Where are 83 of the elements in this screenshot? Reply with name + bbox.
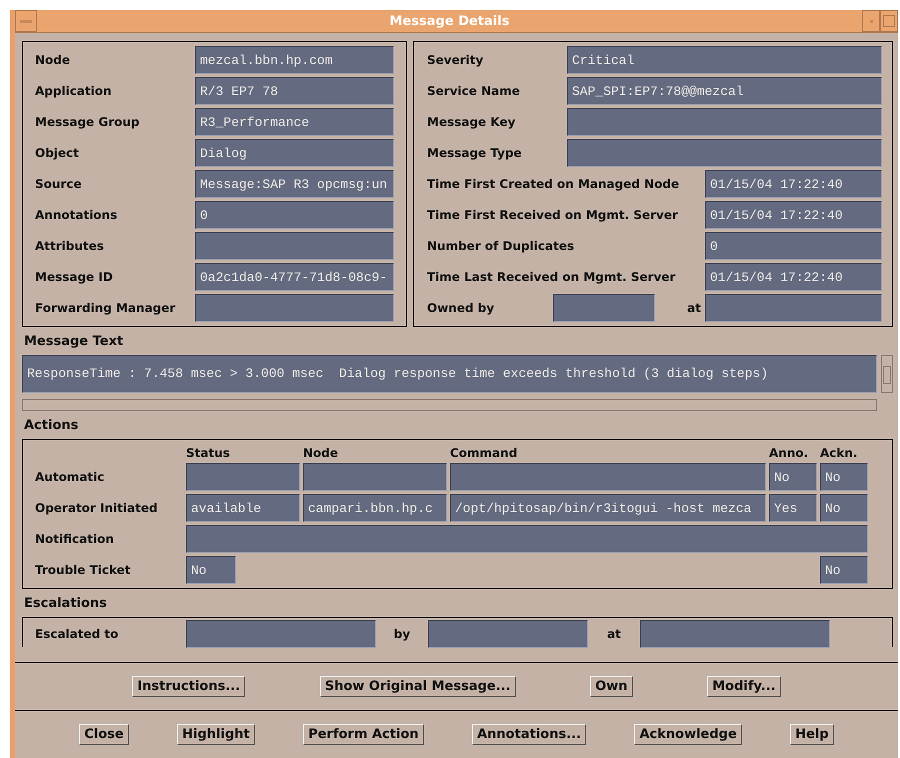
field-label: Message Type	[427, 146, 523, 160]
text-field[interactable]: 0a2c1da0-4777-71d8-08c9-	[195, 263, 394, 291]
text-field[interactable]	[186, 620, 376, 648]
field-label: Time First Received on Mgmt. Server	[427, 208, 679, 222]
push-button[interactable]: Show Original Message...	[320, 676, 516, 697]
field-label: at	[606, 627, 622, 641]
text-field[interactable]: /opt/hpitosap/bin/r3itogui -host mezca	[450, 494, 766, 522]
text-field[interactable]: No	[820, 463, 868, 491]
vertical-scrollbar[interactable]	[881, 355, 893, 393]
text-field[interactable]	[303, 463, 447, 491]
column-header: Anno.	[769, 446, 810, 460]
field-label: Application	[35, 84, 113, 98]
column-header: Ackn.	[820, 446, 858, 460]
field-label: at	[687, 301, 701, 315]
field-label: by	[392, 627, 412, 641]
text-field[interactable]	[186, 463, 300, 491]
text-field[interactable]: campari.bbn.hp.c	[303, 494, 447, 522]
push-button[interactable]: Instructions...	[132, 676, 246, 697]
text-field[interactable]: Yes	[769, 494, 817, 522]
column-header: Command	[450, 446, 518, 460]
field-label: Annotations	[35, 208, 118, 222]
field-label: Time Last Received on Mgmt. Server	[427, 270, 676, 284]
field-label: Time First Created on Managed Node	[427, 177, 680, 191]
push-button[interactable]: Close	[79, 724, 129, 745]
text-field[interactable]	[195, 232, 394, 260]
section-label: Actions	[24, 418, 80, 433]
field-label: Attributes	[35, 239, 105, 253]
field-label: Forwarding Manager	[35, 301, 176, 315]
text-field[interactable]: available	[186, 494, 300, 522]
field-label: Node	[35, 53, 72, 67]
text-field[interactable]	[195, 294, 394, 322]
push-button[interactable]: Acknowledge	[634, 724, 742, 745]
field-label: Escalated to	[35, 627, 120, 641]
text-field[interactable]: 01/15/04 17:22:40	[705, 263, 882, 291]
field-label: Object	[35, 146, 80, 160]
horizontal-scrollbar[interactable]	[22, 399, 877, 411]
text-field[interactable]: 01/15/04 17:22:40	[705, 201, 882, 229]
text-field[interactable]: Dialog	[195, 139, 394, 167]
push-button[interactable]: Modify...	[707, 676, 781, 697]
section-label: Message Text	[24, 334, 124, 349]
push-button[interactable]: Highlight	[177, 724, 255, 745]
push-button[interactable]: Annotations...	[472, 724, 586, 745]
row-label: Automatic	[35, 470, 106, 484]
field-label: Service Name	[427, 84, 521, 98]
text-field[interactable]: R3_Performance	[195, 108, 394, 136]
text-field[interactable]	[450, 463, 766, 491]
text-field[interactable]: No	[820, 556, 868, 584]
text-field[interactable]: SAP_SPI:EP7:78@@mezcal	[567, 77, 882, 105]
field-label: Message Group	[35, 115, 141, 129]
text-field[interactable]: Message:SAP R3 opcmsg:un	[195, 170, 394, 198]
push-button[interactable]: Own	[590, 676, 633, 697]
row-label: Trouble Ticket	[35, 563, 132, 577]
text-field[interactable]: R/3 EP7 78	[195, 77, 394, 105]
text-field[interactable]	[640, 620, 830, 648]
section-label: Escalations	[24, 596, 108, 611]
message-text-field[interactable]: ResponseTime : 7.458 msec > 3.000 msec Dialog response time exceeds threshold (3 dialog steps)	[22, 355, 877, 393]
text-field[interactable]: No	[769, 463, 817, 491]
text-field[interactable]: mezcal.bbn.hp.com	[195, 46, 394, 74]
text-field[interactable]	[186, 525, 868, 553]
push-button[interactable]: Help	[790, 724, 834, 745]
text-field[interactable]: No	[820, 494, 868, 522]
field-label: Severity	[427, 53, 484, 67]
field-label: Message ID	[35, 270, 114, 284]
text-field[interactable]: 0	[195, 201, 394, 229]
field-label: Message Key	[427, 115, 516, 129]
text-field[interactable]	[705, 294, 882, 322]
window-title: Message Details	[388, 14, 510, 28]
text-field[interactable]	[567, 108, 882, 136]
column-header: Node	[303, 446, 340, 460]
push-button[interactable]: Perform Action	[303, 724, 424, 745]
field-label: Number of Duplicates	[427, 239, 576, 253]
text-field[interactable]: No	[186, 556, 236, 584]
text-field[interactable]: Critical	[567, 46, 882, 74]
column-header: Status	[186, 446, 231, 460]
field-label: Source	[35, 177, 83, 191]
row-label: Operator Initiated	[35, 501, 159, 515]
field-label: Owned by	[427, 301, 496, 315]
text-field[interactable]	[567, 139, 882, 167]
text-field[interactable]	[428, 620, 588, 648]
row-label: Notification	[35, 532, 115, 546]
text-field[interactable]: 01/15/04 17:22:40	[705, 170, 882, 198]
text-field[interactable]: 0	[705, 232, 882, 260]
text-field[interactable]	[553, 294, 655, 322]
